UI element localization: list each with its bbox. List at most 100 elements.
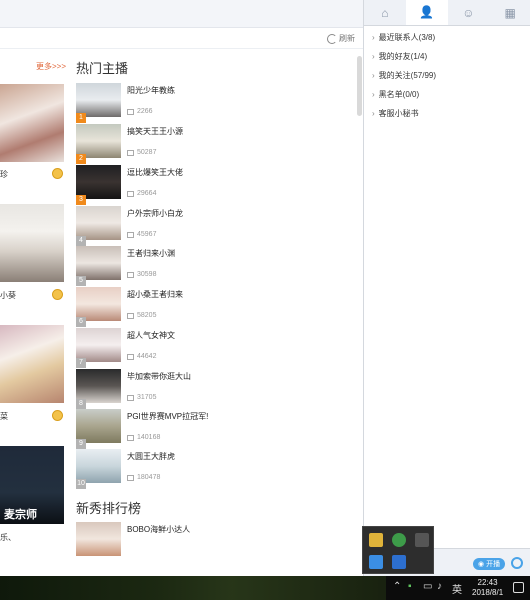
anchor-name: 户外宗师小白龙 <box>127 209 183 218</box>
chevron-up-icon[interactable]: ⌃ <box>393 581 401 592</box>
left-card-thumbnail[interactable]: 麦宗师 <box>0 446 64 524</box>
view-count: 45967 <box>127 231 156 238</box>
left-card-name[interactable]: 菜 <box>0 411 8 422</box>
view-count: 44642 <box>127 353 156 360</box>
refresh-icon <box>327 33 337 44</box>
settings-gear-icon[interactable] <box>511 557 523 569</box>
app-tray-icon[interactable]: ▪ <box>408 581 412 592</box>
clock[interactable]: 22:43 2018/8/1 <box>472 578 503 598</box>
viewer-icon <box>127 312 134 319</box>
rank-badge: 2 <box>76 154 86 164</box>
viewer-icon <box>127 108 134 115</box>
anchor-name: BOBO海鲜小达人 <box>127 525 191 534</box>
contact-group[interactable]: › 黑名单(0/0) <box>372 89 419 100</box>
security-tray-icon[interactable] <box>392 555 406 569</box>
network-icon[interactable]: ▭ <box>423 581 432 592</box>
anchor-avatar <box>76 165 121 199</box>
rank-badge: 9 <box>76 439 86 449</box>
left-card-name[interactable]: 小葵 <box>0 290 16 301</box>
go-live-button[interactable]: ◉ 开播 <box>473 558 506 570</box>
contacts-panel: ⌂ 👤 ☺ ▦ › 最近联系人(3/8) › 我的好友(1/4) › 我的关注(… <box>363 0 530 576</box>
play-icon: ◉ <box>478 561 485 568</box>
left-card-thumbnail[interactable] <box>0 325 64 403</box>
anchor-name: 搞笑天王王小源 <box>127 127 183 136</box>
viewer-icon <box>127 149 134 156</box>
crown-icon <box>52 289 63 300</box>
taskbar-background <box>0 576 386 600</box>
pen-tray-icon[interactable] <box>415 533 429 547</box>
left-card-thumbnail[interactable] <box>0 204 64 282</box>
hot-anchor-item[interactable]: 4 户外宗师小白龙 45967 <box>76 206 356 246</box>
new-anchor-item[interactable]: BOBO海鲜小达人 <box>76 522 356 562</box>
rank-badge: 10 <box>76 479 86 489</box>
hot-anchor-item[interactable]: 10 大圆王大胖虎 180478 <box>76 449 356 489</box>
hot-anchor-item[interactable]: 1 阳光少年教练 2266 <box>76 83 356 123</box>
rank-badge: 3 <box>76 195 86 205</box>
anchor-name: PGI世界赛MVP拉冠军! <box>127 412 209 421</box>
anchor-name: 大圆王大胖虎 <box>127 452 175 461</box>
left-card-name[interactable]: 乐、 <box>0 532 16 543</box>
rank-badge: 1 <box>76 113 86 123</box>
anchor-avatar <box>76 124 121 158</box>
anchor-avatar <box>76 449 121 483</box>
viewer-icon <box>127 474 134 481</box>
hot-anchors-title: 热门主播 <box>76 61 129 76</box>
banner-text: 麦宗师 <box>4 509 37 521</box>
notification-icon[interactable] <box>513 582 524 593</box>
anchor-avatar <box>76 287 121 321</box>
rank-badge: 7 <box>76 358 86 368</box>
network-tray-icon[interactable] <box>369 555 383 569</box>
more-link[interactable]: 更多>>> <box>36 61 66 72</box>
anchor-avatar <box>76 409 121 443</box>
chevron-right-icon: › <box>372 71 375 80</box>
contact-group[interactable]: › 客服小秘书 <box>372 108 419 119</box>
crown-icon <box>52 168 63 179</box>
view-count: 50287 <box>127 149 156 156</box>
tab-contacts[interactable]: 👤 <box>405 0 448 25</box>
tab-apps[interactable]: ▦ <box>489 0 530 25</box>
hot-anchor-item[interactable]: 5 王者归来小渊 30598 <box>76 246 356 286</box>
refresh-button[interactable]: 刷新 <box>327 33 355 44</box>
anchor-name: 超小桑王者归来 <box>127 290 183 299</box>
hot-anchor-item[interactable]: 7 超人气女神文 44642 <box>76 328 356 368</box>
app-tray-icon[interactable] <box>369 533 383 547</box>
crown-icon <box>52 410 63 421</box>
contact-group[interactable]: › 我的好友(1/4) <box>372 51 427 62</box>
anchor-name: 阳光少年教练 <box>127 86 175 95</box>
left-card-thumbnail[interactable] <box>0 84 64 162</box>
anchor-avatar <box>76 522 121 556</box>
home-icon: ⌂ <box>381 5 389 20</box>
anchor-name: 王者归来小渊 <box>127 249 175 258</box>
tab-home[interactable]: ⌂ <box>364 0 406 25</box>
viewer-icon <box>127 434 134 441</box>
rising-stars-title: 新秀排行榜 <box>76 501 142 516</box>
date-text: 2018/8/1 <box>472 588 504 597</box>
hot-anchor-item[interactable]: 2 搞笑天王王小源 50287 <box>76 124 356 164</box>
view-count: 30598 <box>127 271 156 278</box>
left-card-name[interactable]: 珍 <box>0 169 8 180</box>
view-count: 2266 <box>127 108 153 115</box>
ime-indicator[interactable]: 英 <box>452 581 462 596</box>
hot-anchor-item[interactable]: 9 PGI世界赛MVP拉冠军! 140168 <box>76 409 356 449</box>
scrollbar[interactable] <box>357 56 362 116</box>
viewer-icon <box>127 271 134 278</box>
contact-group[interactable]: › 我的关注(57/99) <box>372 70 436 81</box>
hot-anchor-item[interactable]: 8 毕加索带你逛大山 31705 <box>76 369 356 409</box>
sub-toolbar <box>0 29 363 49</box>
anchor-name: 逗比爆笑王大佬 <box>127 168 183 177</box>
hot-anchor-item[interactable]: 6 超小桑王者归来 58205 <box>76 287 356 327</box>
tray-overflow-popup <box>362 526 434 574</box>
view-count: 180478 <box>127 474 160 481</box>
time-text: 22:43 <box>477 578 498 587</box>
anchor-avatar <box>76 206 121 240</box>
tab-group[interactable]: ☺ <box>448 0 490 25</box>
hot-anchor-item[interactable]: 3 逗比爆笑王大佬 29664 <box>76 165 356 205</box>
group-icon: ☺ <box>462 5 475 20</box>
volume-icon[interactable]: ♪ <box>437 581 442 592</box>
top-band <box>0 0 363 28</box>
chevron-right-icon: › <box>372 90 375 99</box>
anchor-avatar <box>76 369 121 403</box>
contact-group[interactable]: › 最近联系人(3/8) <box>372 32 435 43</box>
shield-tray-icon[interactable] <box>392 533 406 547</box>
rank-badge: 8 <box>76 399 86 409</box>
